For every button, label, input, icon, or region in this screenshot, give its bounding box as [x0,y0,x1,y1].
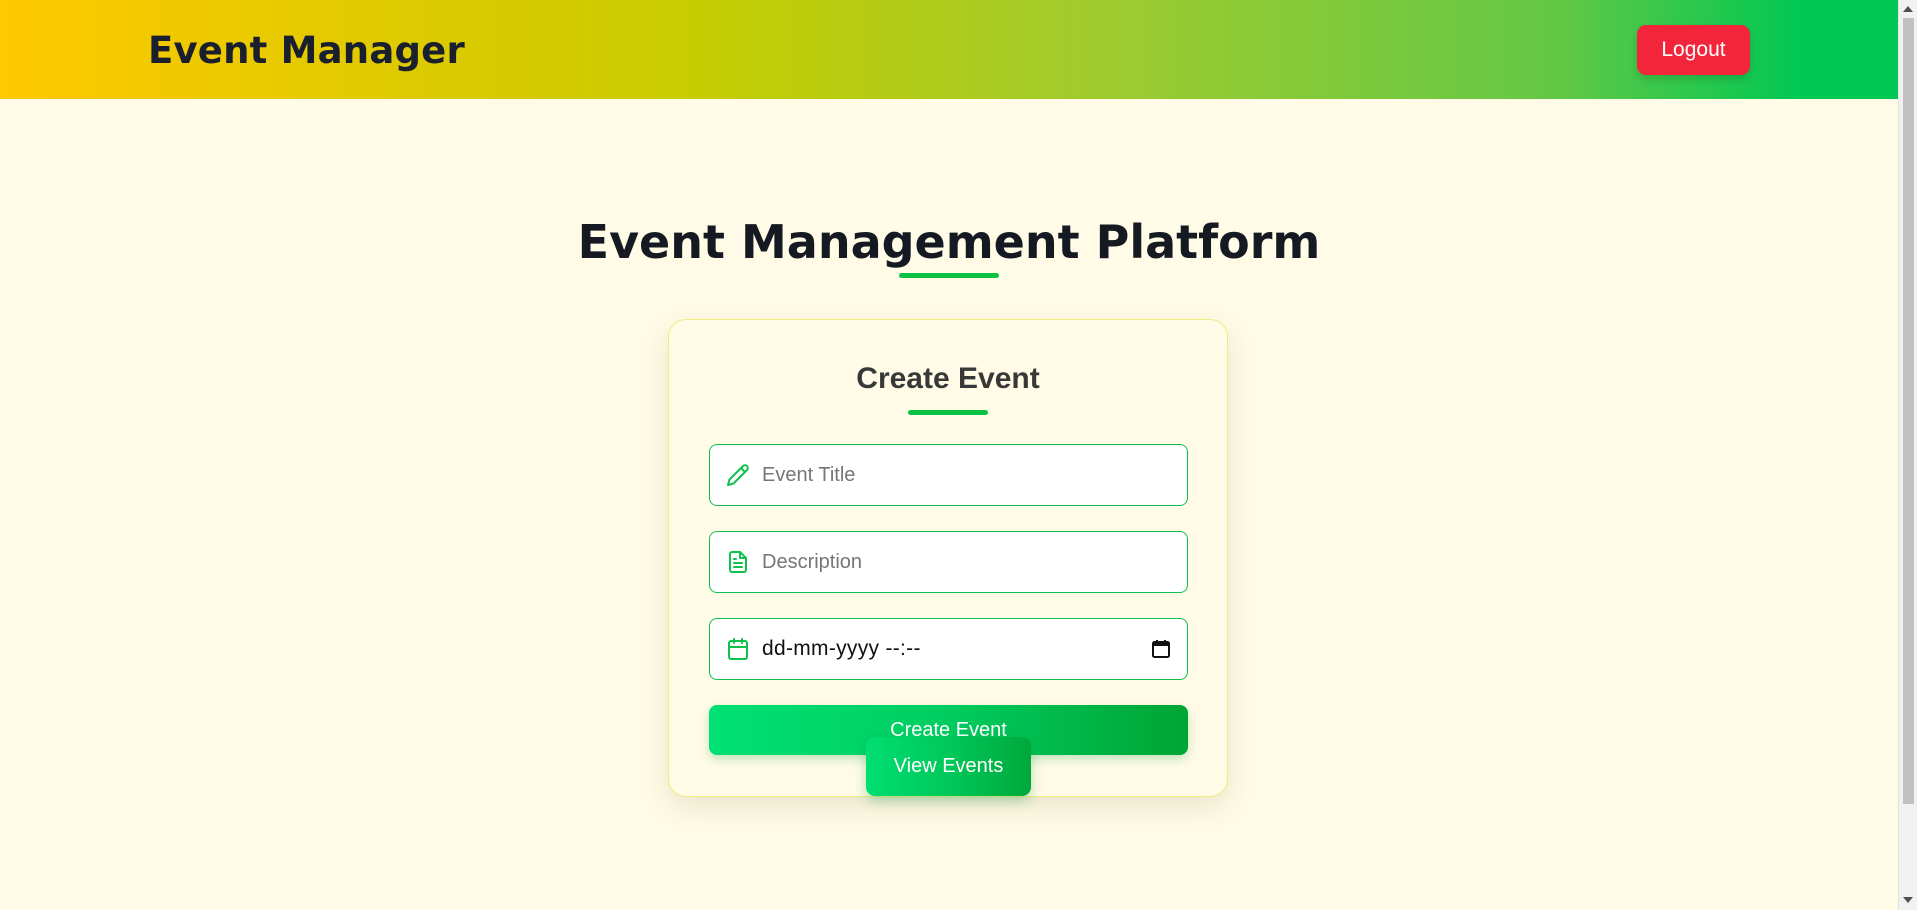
event-title-field[interactable] [709,444,1188,506]
top-navbar: Event Manager Logout [0,0,1898,99]
create-event-card: Create Event Event Title Description dd-… [668,319,1228,797]
description-field[interactable] [709,531,1188,593]
page-title-underline [899,273,999,278]
document-icon [726,550,750,574]
view-events-button[interactable]: View Events [866,737,1031,796]
event-title-input[interactable] [762,445,1187,505]
datetime-field[interactable]: dd-mm-yyyy --:-- [709,618,1188,680]
calendar-icon [726,637,750,661]
page-title: Event Management Platform [577,215,1321,269]
scroll-up-arrow-icon[interactable] [1903,6,1913,12]
card-title: Create Event [856,362,1040,395]
scroll-thumb[interactable] [1903,18,1914,804]
brand-title: Event Manager [148,29,465,72]
pencil-icon [726,463,750,487]
vertical-scrollbar[interactable] [1898,0,1917,910]
datetime-input[interactable]: dd-mm-yyyy --:-- [762,637,1151,661]
logout-button[interactable]: Logout [1637,24,1750,75]
scroll-down-arrow-icon[interactable] [1903,897,1913,903]
calendar-picker-icon[interactable] [1151,639,1171,659]
card-title-underline [908,410,988,415]
description-input[interactable] [762,532,1187,592]
